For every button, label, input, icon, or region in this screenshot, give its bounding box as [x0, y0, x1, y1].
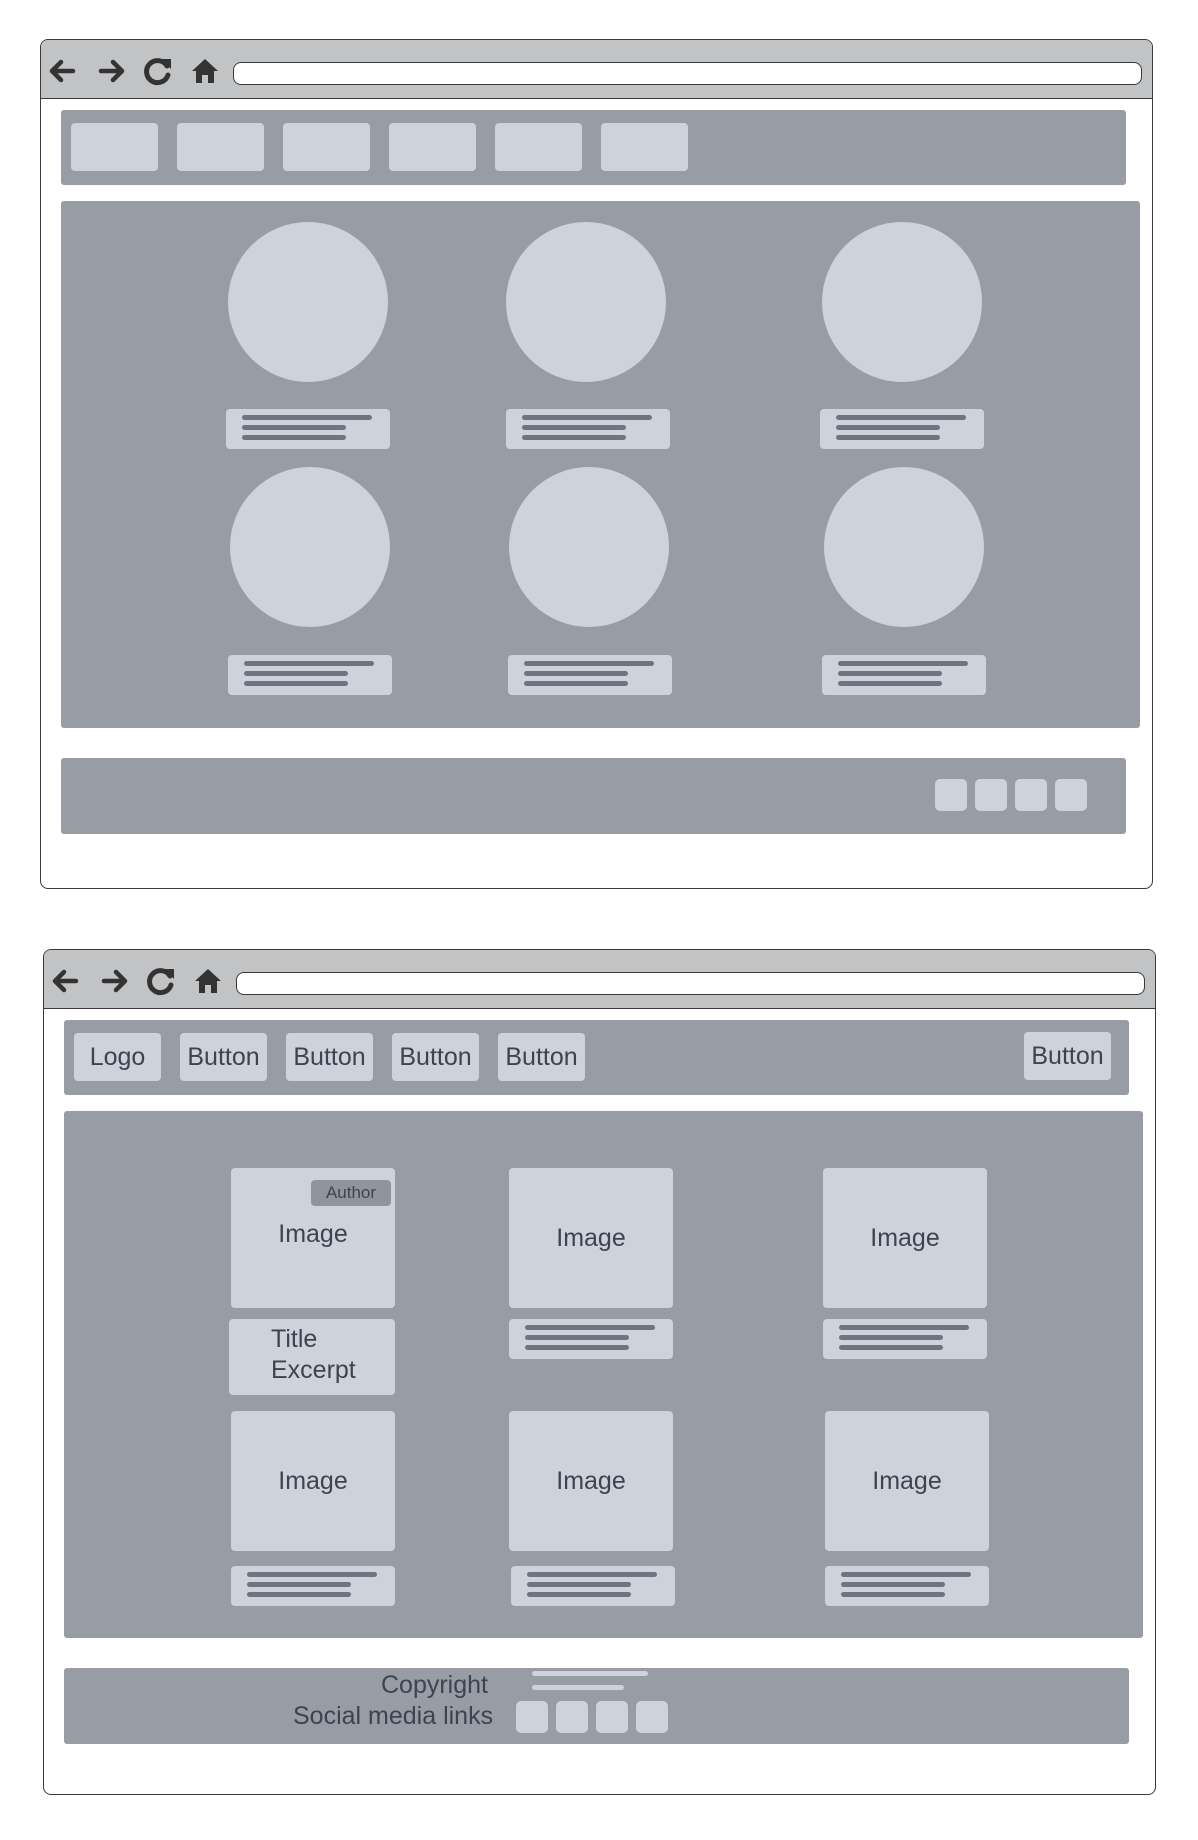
nav-placeholder[interactable]: [389, 123, 476, 171]
social-icon[interactable]: [516, 1701, 548, 1733]
text-placeholder: [228, 655, 392, 695]
nav-bar: [61, 110, 1126, 185]
text-placeholder: [823, 1319, 987, 1359]
text-placeholder: [506, 409, 670, 449]
reload-icon[interactable]: [144, 964, 178, 998]
browser-window-wireframe-1: [40, 39, 1153, 889]
footer-text-placeholder: [532, 1685, 624, 1690]
browser-toolbar: [41, 40, 1152, 99]
featured-image[interactable]: Image Author: [231, 1168, 395, 1308]
social-media-label: Social media links: [293, 1702, 494, 1730]
address-bar[interactable]: [236, 972, 1145, 995]
nav-placeholder[interactable]: [601, 123, 688, 171]
card-image[interactable]: Image: [509, 1168, 673, 1308]
text-placeholder: [822, 655, 986, 695]
address-bar[interactable]: [233, 62, 1142, 85]
nav-bar: Logo Button Button Button Button Button: [64, 1020, 1129, 1095]
post-excerpt: Excerpt: [271, 1356, 356, 1384]
reload-icon[interactable]: [141, 54, 175, 88]
footer-bar: Copyright Social media links: [64, 1668, 1129, 1744]
social-icon[interactable]: [596, 1701, 628, 1733]
text-placeholder: [508, 655, 672, 695]
back-arrow-icon[interactable]: [45, 54, 79, 88]
social-icon-placeholder[interactable]: [1015, 779, 1047, 811]
social-icon-placeholder[interactable]: [935, 779, 967, 811]
author-badge: Author: [311, 1180, 391, 1206]
avatar-placeholder: [230, 467, 390, 627]
avatar-placeholder: [822, 222, 982, 382]
featured-caption: Title Excerpt: [229, 1319, 395, 1395]
forward-arrow-icon[interactable]: [95, 54, 129, 88]
avatar-placeholder: [509, 467, 669, 627]
card-image[interactable]: Image: [825, 1411, 989, 1551]
text-placeholder: [511, 1566, 675, 1606]
avatar-placeholder: [824, 467, 984, 627]
card-image[interactable]: Image: [823, 1168, 987, 1308]
nav-button-2[interactable]: Button: [286, 1033, 373, 1081]
card-image[interactable]: Image: [509, 1411, 673, 1551]
nav-placeholder[interactable]: [177, 123, 264, 171]
nav-placeholder[interactable]: [283, 123, 370, 171]
browser-toolbar: [44, 950, 1155, 1009]
avatar-placeholder: [506, 222, 666, 382]
text-placeholder: [509, 1319, 673, 1359]
text-placeholder: [231, 1566, 395, 1606]
social-icon[interactable]: [636, 1701, 668, 1733]
home-icon[interactable]: [188, 54, 222, 88]
social-icon[interactable]: [556, 1701, 588, 1733]
nav-button-4[interactable]: Button: [498, 1033, 585, 1081]
nav-placeholder[interactable]: [71, 123, 158, 171]
text-placeholder: [825, 1566, 989, 1606]
text-placeholder: [820, 409, 984, 449]
home-icon[interactable]: [191, 964, 225, 998]
back-arrow-icon[interactable]: [48, 964, 82, 998]
card-image[interactable]: Image: [231, 1411, 395, 1551]
social-icon-placeholder[interactable]: [1055, 779, 1087, 811]
logo[interactable]: Logo: [74, 1033, 161, 1081]
nav-button-3[interactable]: Button: [392, 1033, 479, 1081]
content-area: [61, 201, 1140, 728]
nav-placeholder[interactable]: [495, 123, 582, 171]
image-label: Image: [278, 1219, 348, 1248]
forward-arrow-icon[interactable]: [98, 964, 132, 998]
nav-button-right[interactable]: Button: [1024, 1032, 1111, 1080]
avatar-placeholder: [228, 222, 388, 382]
copyright-text: Copyright: [381, 1671, 488, 1699]
content-area: Image Author Title Excerpt Image Image I…: [64, 1111, 1143, 1638]
browser-window-wireframe-2: Logo Button Button Button Button Button …: [43, 949, 1156, 1795]
footer-text-placeholder: [532, 1671, 648, 1676]
footer-bar: [61, 758, 1126, 834]
post-title[interactable]: Title: [271, 1325, 317, 1354]
nav-button-1[interactable]: Button: [180, 1033, 267, 1081]
text-placeholder: [226, 409, 390, 449]
social-icon-placeholder[interactable]: [975, 779, 1007, 811]
